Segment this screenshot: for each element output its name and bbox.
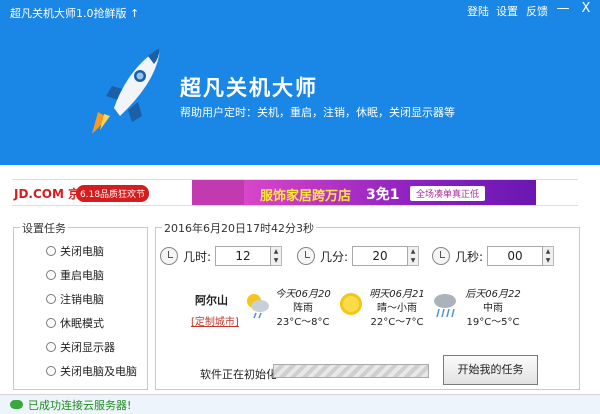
- clock-icon: [297, 247, 315, 265]
- spin-down-icon[interactable]: ▼: [271, 256, 281, 265]
- weather-day-3-temp: 19°C～5°C: [466, 317, 520, 328]
- login-link[interactable]: 登陆: [467, 3, 489, 19]
- hours-spinner[interactable]: ▲ ▼: [271, 246, 283, 266]
- hours-input[interactable]: 12: [215, 246, 272, 266]
- ad-badge: 6.18品质狂欢节: [76, 185, 150, 202]
- heavy-rain-icon: [434, 294, 456, 318]
- option-logout[interactable]: 注销电脑: [46, 291, 104, 307]
- settings-link[interactable]: 设置: [496, 3, 518, 19]
- window-title-text: 超凡关机大师1.0抢鲜版: [10, 7, 127, 20]
- radio-icon[interactable]: [46, 294, 56, 304]
- clock-icon: [160, 247, 178, 265]
- ad-banner[interactable]: JD.COM 京东 6.18品质狂欢节 服饰家居跨万店 3免1 全场凑单真正低: [12, 179, 578, 206]
- spin-up-icon[interactable]: ▲: [543, 247, 553, 256]
- option-label: 关闭电脑: [60, 245, 104, 258]
- option-label: 注销电脑: [60, 293, 104, 306]
- weather-day-3: 后天06月22 中雨 19°C～5°C: [458, 288, 528, 330]
- weather-day-2: 明天06月21 晴～小雨 22°C～7°C: [362, 288, 432, 330]
- option-restart[interactable]: 重启电脑: [46, 267, 104, 283]
- status-bar: 已成功连接云服务器!: [0, 394, 600, 414]
- spin-down-icon[interactable]: ▼: [543, 256, 553, 265]
- minutes-spinner[interactable]: ▲ ▼: [408, 246, 420, 266]
- app-name: 超凡关机大师: [180, 75, 318, 100]
- weather-day-3-title: 后天06月22: [465, 289, 521, 300]
- hours-label: 几时:: [183, 249, 212, 264]
- option-monitor-off[interactable]: 关闭显示器: [46, 339, 115, 355]
- close-button[interactable]: X: [577, 1, 595, 16]
- weather-day-1-title: 今天06月20: [275, 289, 331, 300]
- radio-icon[interactable]: [46, 270, 56, 280]
- option-shutdown-combined[interactable]: 关闭电脑及电脑: [46, 363, 137, 379]
- weather-day-2-title: 明天06月21: [369, 289, 425, 300]
- cloud-icon: [10, 400, 23, 409]
- ad-stripe: [192, 180, 246, 205]
- weather-day-2-cond: 晴～小雨: [377, 303, 417, 314]
- weather-day-2-temp: 22°C～7°C: [370, 317, 424, 328]
- spin-down-icon[interactable]: ▼: [408, 256, 418, 265]
- ad-pill: 全场凑单真正低: [410, 186, 486, 201]
- current-datetime: 2016年6月20日17时42分3秒: [162, 220, 316, 236]
- ad-headline: 服饰家居跨万店: [260, 189, 352, 204]
- hours-control: 几时: 12 ▲ ▼: [160, 245, 283, 267]
- clock-icon: [432, 247, 450, 265]
- task-panel-legend: 设置任务: [20, 220, 68, 236]
- feedback-link[interactable]: 反馈: [526, 3, 548, 19]
- update-arrow-icon[interactable]: ↑: [130, 7, 139, 20]
- spin-up-icon[interactable]: ▲: [271, 247, 281, 256]
- option-shutdown[interactable]: 关闭电脑: [46, 243, 104, 259]
- progress-bar: [273, 364, 429, 378]
- option-label: 休眠模式: [60, 317, 104, 330]
- radio-icon[interactable]: [46, 342, 56, 352]
- radio-icon[interactable]: [46, 366, 56, 376]
- radio-icon[interactable]: [46, 246, 56, 256]
- seconds-input[interactable]: 00: [487, 246, 544, 266]
- progress-label: 软件正在初始化: [200, 368, 277, 381]
- option-label: 重启电脑: [60, 269, 104, 282]
- radio-icon[interactable]: [46, 318, 56, 328]
- ad-promo: 3免1: [366, 187, 400, 203]
- city-name: 阿尔山: [195, 294, 228, 307]
- option-label: 关闭电脑及电脑: [60, 365, 137, 378]
- app-subtitle: 帮助用户定时：关机，重启，注销，休眠，关闭显示器等: [180, 106, 455, 119]
- weather-day-3-cond: 中雨: [483, 303, 503, 314]
- option-hibernate[interactable]: 休眠模式: [46, 315, 104, 331]
- seconds-spinner[interactable]: ▲ ▼: [543, 246, 555, 266]
- option-label: 关闭显示器: [60, 341, 115, 354]
- weather-day-1: 今天06月20 阵雨 23°C～8°C: [268, 288, 338, 330]
- window-title: 超凡关机大师1.0抢鲜版 ↑: [10, 5, 139, 21]
- seconds-control: 几秒: 00 ▲ ▼: [432, 245, 555, 267]
- minutes-label: 几分:: [320, 249, 349, 264]
- minimize-button[interactable]: —: [554, 1, 572, 16]
- custom-city-link[interactable]: [定制城市]: [191, 313, 239, 328]
- start-task-button[interactable]: 开始我的任务: [443, 355, 538, 385]
- weather-day-1-temp: 23°C～8°C: [276, 317, 330, 328]
- spin-up-icon[interactable]: ▲: [408, 247, 418, 256]
- minutes-input[interactable]: 20: [352, 246, 409, 266]
- minutes-control: 几分: 20 ▲ ▼: [297, 245, 420, 267]
- status-text: 已成功连接云服务器!: [28, 398, 132, 412]
- rocket-icon: [92, 48, 160, 134]
- header-banner: 超凡关机大师1.0抢鲜版 ↑ 登陆 设置 反馈 — X 超凡关机大师 帮助用户定…: [0, 0, 600, 165]
- weather-day-1-cond: 阵雨: [293, 303, 313, 314]
- seconds-label: 几秒:: [455, 249, 484, 264]
